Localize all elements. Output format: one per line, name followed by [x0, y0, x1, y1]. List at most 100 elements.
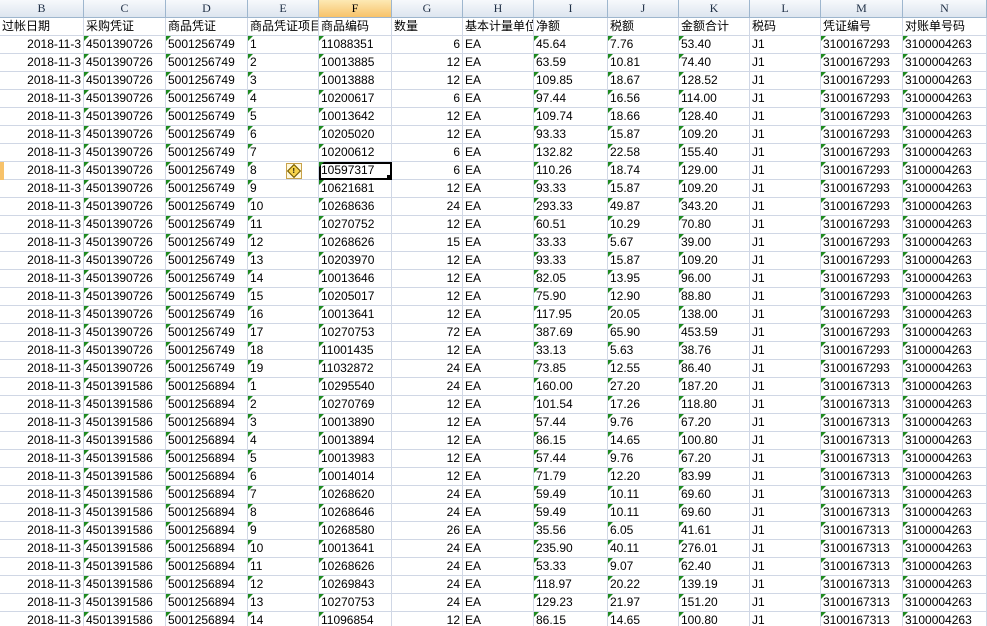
table-cell[interactable]: 2018-11-3: [0, 108, 84, 126]
table-cell[interactable]: 3100167293: [821, 270, 903, 288]
header-cell[interactable]: 税额: [608, 18, 679, 36]
table-cell[interactable]: 343.20: [679, 198, 750, 216]
table-cell[interactable]: 109.85: [534, 72, 608, 90]
table-cell[interactable]: 10270753: [319, 324, 392, 342]
table-cell[interactable]: 59.49: [534, 486, 608, 504]
table-cell[interactable]: EA: [463, 234, 534, 252]
table-cell[interactable]: J1: [750, 468, 821, 486]
table-cell[interactable]: 3100004263: [903, 126, 987, 144]
table-cell[interactable]: 62.40: [679, 558, 750, 576]
table-cell[interactable]: 2018-11-3: [0, 288, 84, 306]
table-cell[interactable]: 12: [392, 450, 463, 468]
table-cell[interactable]: 4501391586: [84, 450, 166, 468]
table-cell[interactable]: 3100004263: [903, 216, 987, 234]
header-cell[interactable]: 商品凭证项目: [248, 18, 319, 36]
table-cell[interactable]: 16: [248, 306, 319, 324]
table-cell[interactable]: 12: [392, 612, 463, 626]
table-cell[interactable]: 19: [248, 360, 319, 378]
table-cell[interactable]: 5.63: [608, 342, 679, 360]
table-cell[interactable]: EA: [463, 486, 534, 504]
table-cell[interactable]: 2018-11-3: [0, 36, 84, 54]
table-cell[interactable]: 2018-11-3: [0, 522, 84, 540]
table-cell[interactable]: 59.49: [534, 504, 608, 522]
table-cell[interactable]: 18.66: [608, 108, 679, 126]
table-cell[interactable]: EA: [463, 414, 534, 432]
table-cell[interactable]: 5001256749: [166, 36, 248, 54]
table-cell[interactable]: J1: [750, 504, 821, 522]
table-cell[interactable]: 3100167293: [821, 180, 903, 198]
table-cell[interactable]: 4501390726: [84, 216, 166, 234]
table-cell[interactable]: 3100167313: [821, 414, 903, 432]
table-cell[interactable]: J1: [750, 36, 821, 54]
table-cell[interactable]: 3100167313: [821, 432, 903, 450]
table-cell[interactable]: 12: [248, 234, 319, 252]
table-cell[interactable]: 10013894: [319, 432, 392, 450]
table-cell[interactable]: 128.40: [679, 108, 750, 126]
table-cell[interactable]: 69.60: [679, 486, 750, 504]
table-cell[interactable]: J1: [750, 90, 821, 108]
table-cell[interactable]: 15.87: [608, 252, 679, 270]
table-cell[interactable]: 139.19: [679, 576, 750, 594]
table-cell[interactable]: 3100167293: [821, 252, 903, 270]
table-cell[interactable]: 14: [248, 270, 319, 288]
table-cell[interactable]: 86.15: [534, 612, 608, 626]
table-cell[interactable]: 69.60: [679, 504, 750, 522]
table-cell[interactable]: 3100004263: [903, 378, 987, 396]
table-cell[interactable]: 3100167313: [821, 504, 903, 522]
table-cell[interactable]: 2018-11-3: [0, 198, 84, 216]
table-cell[interactable]: 53.33: [534, 558, 608, 576]
table-cell[interactable]: 3100167313: [821, 612, 903, 626]
table-cell[interactable]: 4: [248, 432, 319, 450]
table-cell[interactable]: 2018-11-3: [0, 72, 84, 90]
table-cell[interactable]: 3100004263: [903, 324, 987, 342]
table-cell[interactable]: 10013646: [319, 270, 392, 288]
table-cell[interactable]: 35.56: [534, 522, 608, 540]
table-cell[interactable]: 6: [392, 144, 463, 162]
header-cell[interactable]: 商品编码: [319, 18, 392, 36]
table-cell[interactable]: 40.11: [608, 540, 679, 558]
table-cell[interactable]: 4501391586: [84, 558, 166, 576]
table-cell[interactable]: J1: [750, 360, 821, 378]
table-cell[interactable]: 7: [248, 486, 319, 504]
table-cell[interactable]: J1: [750, 486, 821, 504]
table-cell[interactable]: 93.33: [534, 252, 608, 270]
table-cell[interactable]: 4501390726: [84, 324, 166, 342]
table-cell[interactable]: J1: [750, 378, 821, 396]
table-cell[interactable]: 12.90: [608, 288, 679, 306]
table-cell[interactable]: 4501391586: [84, 486, 166, 504]
table-cell[interactable]: 10200617: [319, 90, 392, 108]
table-cell[interactable]: 12.20: [608, 468, 679, 486]
table-cell[interactable]: 70.80: [679, 216, 750, 234]
table-cell[interactable]: EA: [463, 378, 534, 396]
table-cell[interactable]: 93.33: [534, 126, 608, 144]
table-cell[interactable]: 5001256749: [166, 306, 248, 324]
table-cell[interactable]: 72: [392, 324, 463, 342]
table-cell[interactable]: 4501390726: [84, 162, 166, 180]
table-cell[interactable]: 114.00: [679, 90, 750, 108]
table-cell[interactable]: EA: [463, 360, 534, 378]
table-cell[interactable]: 2018-11-3: [0, 468, 84, 486]
table-cell[interactable]: 7: [248, 144, 319, 162]
table-cell[interactable]: 4501390726: [84, 180, 166, 198]
table-cell[interactable]: 10268646: [319, 504, 392, 522]
table-cell[interactable]: 65.90: [608, 324, 679, 342]
table-cell[interactable]: EA: [463, 396, 534, 414]
table-cell[interactable]: 24: [392, 558, 463, 576]
column-header-d[interactable]: D: [166, 0, 248, 18]
table-cell[interactable]: 2018-11-3: [0, 306, 84, 324]
column-header-g[interactable]: G: [392, 0, 463, 18]
table-cell[interactable]: 3100167293: [821, 108, 903, 126]
table-cell[interactable]: 110.26: [534, 162, 608, 180]
header-cell[interactable]: 对账单号码: [903, 18, 987, 36]
table-cell[interactable]: 4501391586: [84, 540, 166, 558]
table-cell[interactable]: 12: [248, 576, 319, 594]
column-header-m[interactable]: M: [821, 0, 903, 18]
table-cell[interactable]: 9: [248, 180, 319, 198]
table-cell[interactable]: 26: [392, 522, 463, 540]
table-cell[interactable]: 5001256749: [166, 252, 248, 270]
table-cell[interactable]: J1: [750, 126, 821, 144]
table-cell[interactable]: 10295540: [319, 378, 392, 396]
table-cell[interactable]: 387.69: [534, 324, 608, 342]
selected-cell[interactable]: 10597317: [319, 162, 392, 180]
table-cell[interactable]: 22.58: [608, 144, 679, 162]
